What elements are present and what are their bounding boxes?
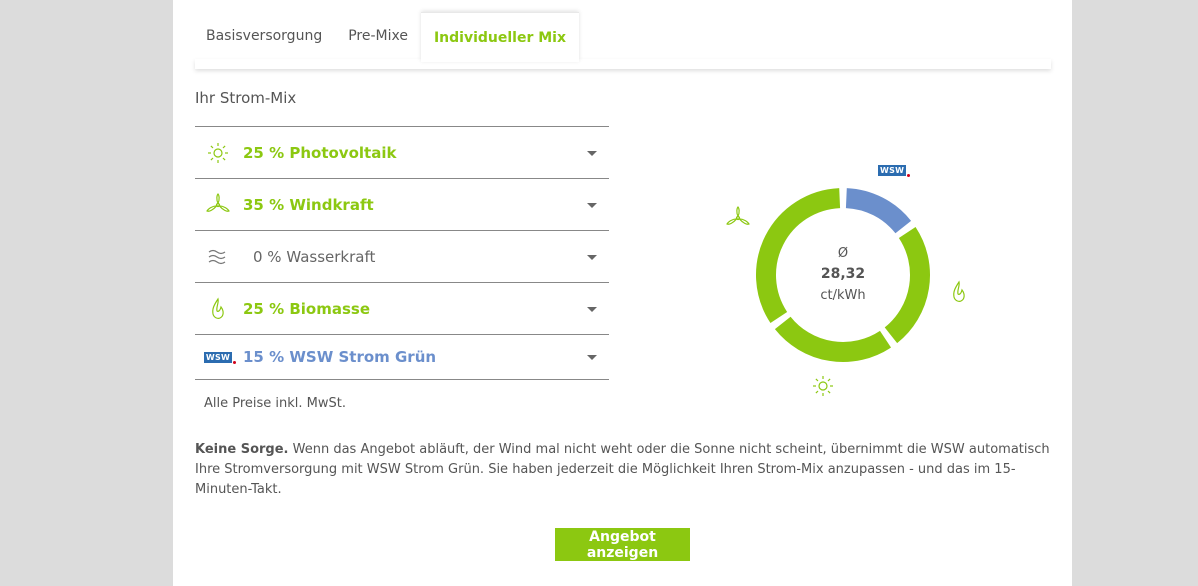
mix-label-wasserkraft: 0 % Wasserkraft — [253, 247, 376, 266]
sun-icon — [199, 142, 237, 164]
chevron-down-icon[interactable] — [587, 306, 597, 312]
tab-bar: Basisversorgung Pre-Mixe Individueller M… — [193, 12, 580, 62]
info-body: Wenn das Angebot abläuft, der Wind mal n… — [195, 442, 1050, 497]
donut-segment-wsw — [845, 188, 912, 234]
donut-segment-photovoltaik — [774, 316, 892, 362]
mix-list: 25 % Photovoltaik 35 % Windkraft 0 % Was… — [195, 126, 609, 380]
chevron-down-icon[interactable] — [587, 202, 597, 208]
mix-row-windkraft[interactable]: 35 % Windkraft — [195, 179, 609, 231]
mix-label-windkraft: 35 % Windkraft — [243, 195, 374, 214]
price-unit: ct/kWh — [820, 288, 866, 303]
tab-pre-mixe[interactable]: Pre-Mixe — [335, 12, 421, 60]
mix-label-biomasse: 25 % Biomasse — [243, 299, 371, 318]
content-panel: Basisversorgung Pre-Mixe Individueller M… — [173, 0, 1072, 586]
sun-icon — [812, 375, 834, 401]
show-offer-button[interactable]: Angebot anzeigen — [555, 528, 690, 561]
price-value: 28,32 — [820, 266, 866, 282]
wsw-logo-icon: WSW — [199, 351, 237, 364]
wind-turbine-icon — [199, 192, 237, 217]
mix-row-wasserkraft[interactable]: 0 % Wasserkraft — [195, 231, 609, 283]
mix-row-biomasse[interactable]: 25 % Biomasse — [195, 283, 609, 335]
tab-basisversorgung[interactable]: Basisversorgung — [193, 12, 335, 60]
chevron-down-icon[interactable] — [587, 150, 597, 156]
price-symbol: Ø — [837, 246, 849, 261]
wsw-logo-icon: WSW — [878, 165, 911, 177]
wsw-logo: WSW — [203, 351, 237, 364]
mix-row-wsw-strom-gruen[interactable]: WSW 15 % WSW Strom Grün — [195, 335, 609, 380]
tab-individueller-mix[interactable]: Individueller Mix — [420, 12, 580, 62]
mix-label-wsw-strom-gruen: 15 % WSW Strom Grün — [243, 348, 437, 366]
mix-donut-chart: Ø 28,32 ct/kWh WSW — [713, 160, 993, 410]
flame-leaf-icon — [951, 280, 967, 308]
chevron-down-icon[interactable] — [587, 254, 597, 260]
flame-leaf-icon — [199, 297, 237, 321]
water-waves-icon — [199, 248, 237, 266]
mix-label-photovoltaik: 25 % Photovoltaik — [243, 143, 397, 162]
chevron-down-icon[interactable] — [587, 355, 597, 360]
wind-turbine-icon — [725, 206, 751, 234]
mix-title: Ihr Strom-Mix — [195, 89, 297, 107]
mix-row-photovoltaik[interactable]: 25 % Photovoltaik — [195, 127, 609, 179]
prices-note: Alle Preise inkl. MwSt. — [204, 396, 347, 411]
info-bold: Keine Sorge. — [195, 442, 289, 457]
info-text: Keine Sorge. Wenn das Angebot abläuft, d… — [195, 440, 1055, 500]
tab-divider — [195, 59, 1051, 69]
